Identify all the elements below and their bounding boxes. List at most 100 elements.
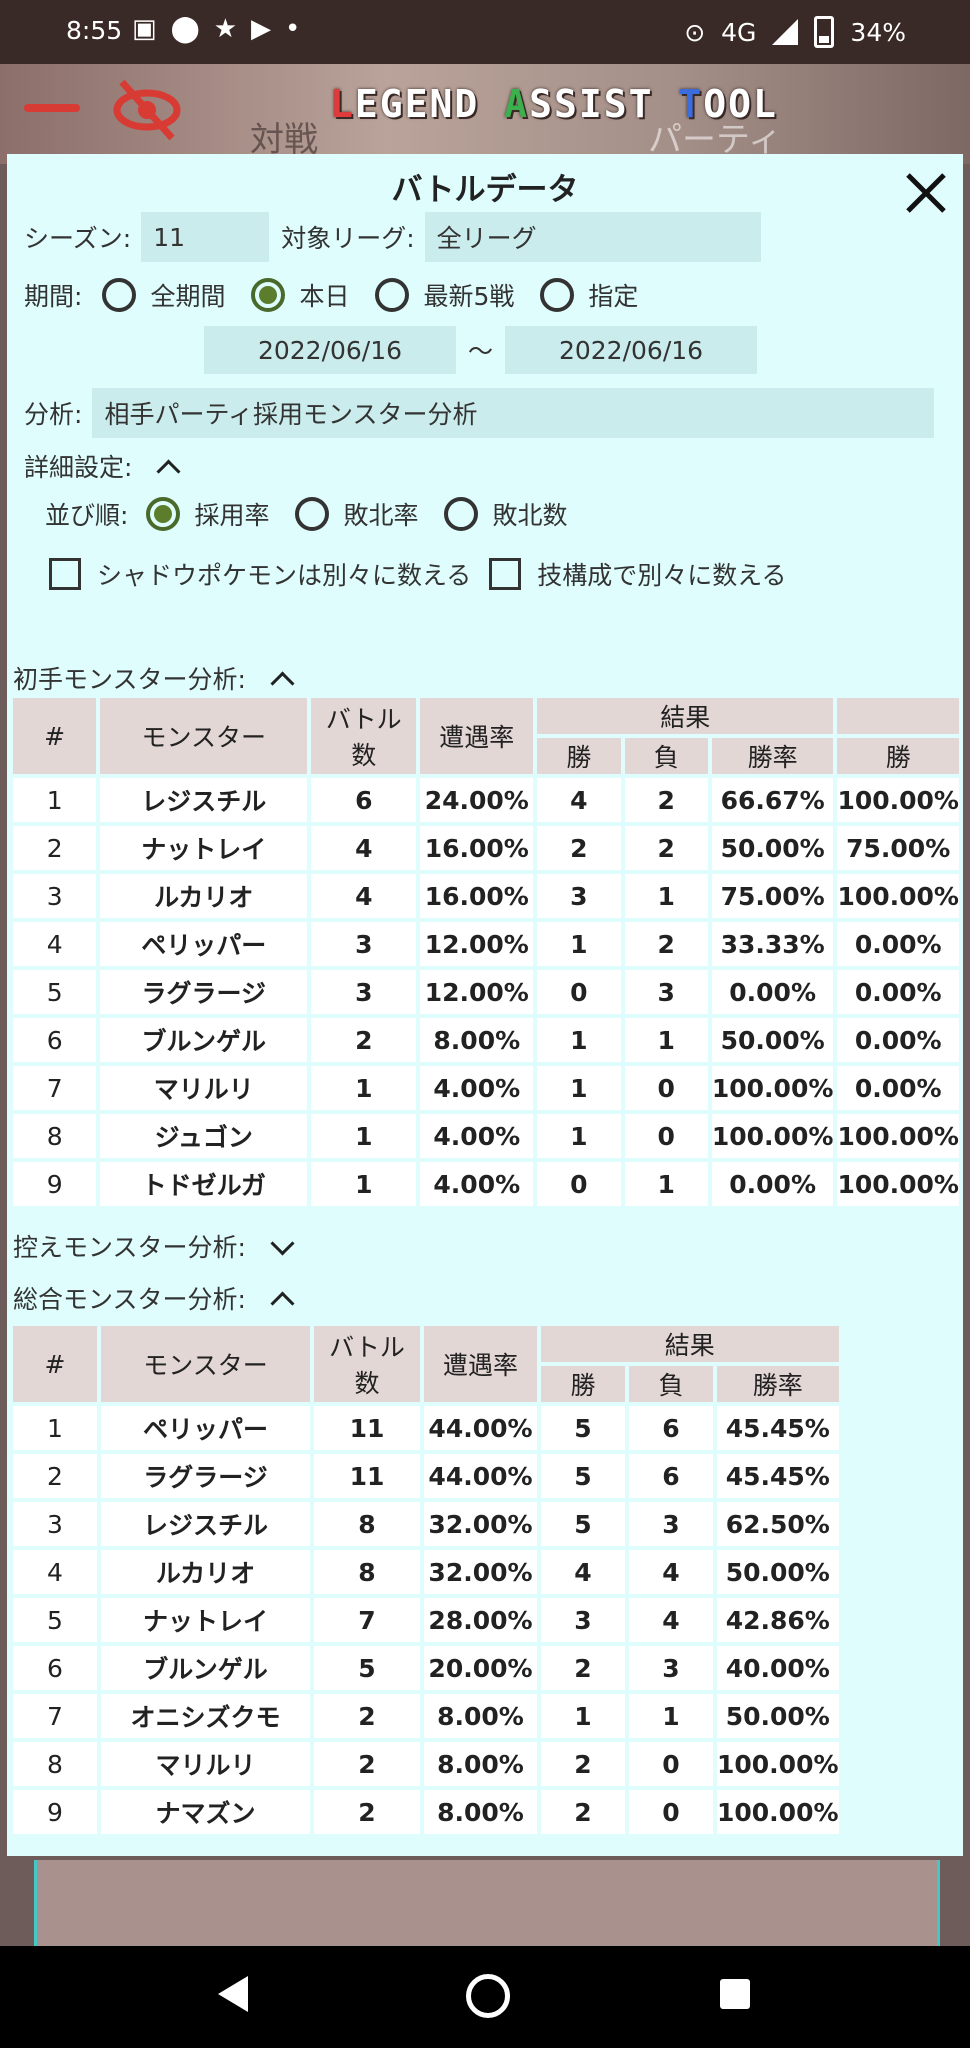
table-cell: 0.00% bbox=[711, 1162, 834, 1206]
table-cell: 9 bbox=[13, 1790, 97, 1834]
table-cell: 1 bbox=[537, 1114, 621, 1158]
table-cell: 4 bbox=[537, 778, 621, 822]
table-cell: 8.00% bbox=[424, 1694, 537, 1738]
status-bar: 8:55 ▣ ⬤ ★ ▶ • ⊙ 4G 34% bbox=[0, 0, 970, 64]
table-cell: 45.45% bbox=[717, 1406, 839, 1450]
table-cell: 8 bbox=[314, 1550, 420, 1594]
table-cell: 1 bbox=[541, 1694, 625, 1738]
table-cell: 0.00% bbox=[837, 1018, 959, 1062]
table-cell: 0.00% bbox=[837, 970, 959, 1014]
table-cell: 8 bbox=[314, 1502, 420, 1546]
monster-name-cell: ジュゴン bbox=[100, 1114, 308, 1158]
table-cell: 20.00% bbox=[424, 1646, 537, 1690]
recent-apps-icon[interactable] bbox=[720, 1979, 750, 2009]
moves-checkbox[interactable] bbox=[489, 558, 522, 590]
table-cell: 2 bbox=[541, 1790, 625, 1834]
lead-section-toggle[interactable]: 初手モンスター分析: bbox=[13, 660, 295, 696]
table-cell: 9 bbox=[13, 1162, 97, 1206]
table-cell: 4 bbox=[311, 874, 417, 918]
back-icon[interactable] bbox=[218, 1976, 248, 2012]
period-radio-all[interactable] bbox=[102, 278, 137, 312]
sort-radio-lossrate[interactable] bbox=[295, 497, 330, 531]
table-cell: 32.00% bbox=[424, 1502, 537, 1546]
season-value: 11 bbox=[153, 222, 185, 252]
period-radio-custom[interactable] bbox=[540, 278, 575, 312]
table-cell: 6 bbox=[629, 1454, 713, 1498]
monster-name-cell: トドゼルガ bbox=[100, 1162, 308, 1206]
table-cell: 44.00% bbox=[424, 1406, 537, 1450]
period-option-all: 全期間 bbox=[150, 282, 226, 311]
table-cell: 2 bbox=[541, 1742, 625, 1786]
total-section-toggle[interactable]: 総合モンスター分析: bbox=[13, 1280, 295, 1316]
col-extra-win: 勝 bbox=[837, 738, 959, 774]
sort-label: 並び順: bbox=[45, 501, 129, 530]
table-cell: 3 bbox=[13, 1502, 97, 1546]
table-cell: 0 bbox=[629, 1790, 713, 1834]
date-to-field[interactable]: 2022/06/16 bbox=[505, 326, 758, 374]
table-cell: 6 bbox=[13, 1018, 97, 1062]
table-cell: 1 bbox=[537, 1018, 621, 1062]
table-cell: 32.00% bbox=[424, 1550, 537, 1594]
table-cell: 75.00% bbox=[837, 826, 959, 870]
table-cell: 5 bbox=[314, 1646, 420, 1690]
table-cell: 3 bbox=[537, 874, 621, 918]
table-cell: 7 bbox=[314, 1598, 420, 1642]
period-radio-latest5[interactable] bbox=[375, 278, 410, 312]
monster-name-cell: マリルリ bbox=[101, 1742, 310, 1786]
col-win: 勝 bbox=[537, 738, 621, 774]
shadow-checkbox[interactable] bbox=[49, 558, 81, 590]
table-cell: 3 bbox=[629, 1502, 713, 1546]
date-from-field[interactable]: 2022/06/16 bbox=[204, 326, 456, 374]
table-row: 6 ブルンゲル 5 20.00% 2 3 40.00% bbox=[13, 1646, 839, 1690]
table-cell: 3 bbox=[541, 1598, 625, 1642]
col-lose: 負 bbox=[624, 738, 708, 774]
monster-name-cell: ブルンゲル bbox=[101, 1646, 310, 1690]
table-cell: 66.67% bbox=[711, 778, 834, 822]
table-cell: 2 bbox=[13, 826, 97, 870]
sort-radio-losscount[interactable] bbox=[444, 497, 479, 531]
period-radio-today[interactable] bbox=[251, 278, 286, 312]
minimize-button[interactable] bbox=[24, 104, 80, 112]
home-icon[interactable] bbox=[466, 1974, 510, 2018]
teams-icon: ▣ bbox=[132, 14, 157, 44]
monster-name-cell: ルカリオ bbox=[100, 874, 308, 918]
monster-name-cell: マリルリ bbox=[100, 1066, 308, 1110]
sort-option-losscount: 敗北数 bbox=[492, 501, 568, 530]
season-select[interactable]: 11 bbox=[141, 212, 270, 262]
league-select[interactable]: 全リーグ bbox=[424, 212, 761, 262]
table-cell: 4.00% bbox=[420, 1162, 534, 1206]
analysis-select[interactable]: 相手パーティ採用モンスター分析 bbox=[92, 388, 935, 438]
lead-section-title: 初手モンスター分析: bbox=[13, 665, 246, 694]
table-cell: 24.00% bbox=[420, 778, 534, 822]
table-cell: 45.45% bbox=[717, 1454, 839, 1498]
network-type: 4G bbox=[721, 17, 757, 47]
bench-section-toggle[interactable]: 控えモンスター分析: bbox=[13, 1228, 295, 1264]
period-option-custom: 指定 bbox=[588, 282, 639, 311]
table-cell: 44.00% bbox=[424, 1454, 537, 1498]
moves-checkbox-label: 技構成で別々に数える bbox=[537, 561, 787, 590]
sort-radio-adoption[interactable] bbox=[146, 497, 181, 531]
close-icon[interactable] bbox=[903, 170, 949, 216]
table-cell: 62.50% bbox=[717, 1502, 839, 1546]
table-row: 2 ラグラージ 11 44.00% 5 6 45.45% bbox=[13, 1454, 839, 1498]
table-cell: 100.00% bbox=[837, 778, 959, 822]
chevron-up-icon bbox=[270, 1290, 295, 1316]
table-cell: 5 bbox=[541, 1406, 625, 1450]
date-from-value: 2022/06/16 bbox=[257, 335, 403, 365]
table-cell: 12.00% bbox=[420, 922, 534, 966]
table-cell: 0 bbox=[537, 1162, 621, 1206]
period-option-today: 本日 bbox=[299, 282, 350, 311]
period-option-latest5: 最新5戦 bbox=[423, 282, 515, 311]
table-cell: 1 bbox=[624, 874, 708, 918]
detail-settings-toggle[interactable]: 詳細設定: bbox=[24, 448, 181, 484]
table-cell: 100.00% bbox=[837, 874, 959, 918]
hide-eye-icon[interactable] bbox=[112, 74, 182, 144]
table-cell: 100.00% bbox=[717, 1742, 839, 1786]
monster-name-cell: レジスチル bbox=[101, 1502, 310, 1546]
table-cell: 1 bbox=[629, 1694, 713, 1738]
league-label: 対象リーグ: bbox=[281, 224, 415, 253]
table-row: 9 トドゼルガ 1 4.00% 0 1 0.00% 100.00% bbox=[13, 1162, 959, 1206]
table-cell: 50.00% bbox=[717, 1550, 839, 1594]
shadow-checkbox-label: シャドウポケモンは別々に数える bbox=[97, 561, 472, 590]
table-row: 9 ナマズン 2 8.00% 2 0 100.00% bbox=[13, 1790, 839, 1834]
